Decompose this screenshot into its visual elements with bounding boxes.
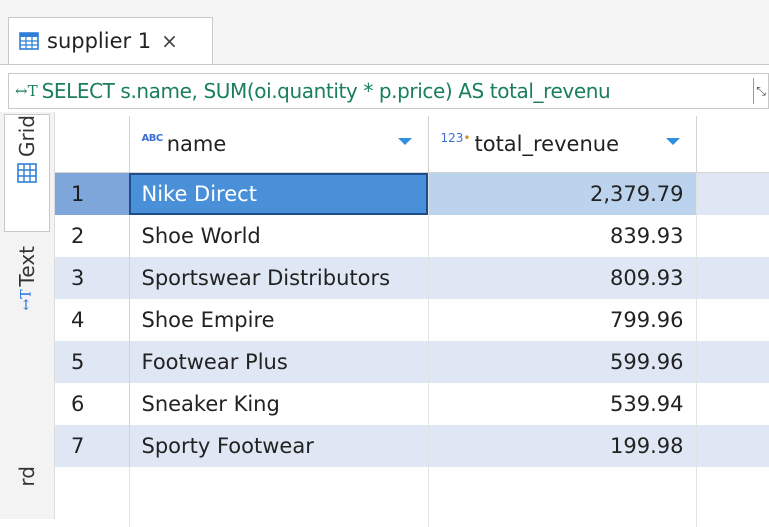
empty-cell xyxy=(129,466,429,527)
row-number-header[interactable] xyxy=(55,116,130,173)
table-row[interactable]: 5 Footwear Plus 599.96 xyxy=(55,340,769,383)
column-label: name xyxy=(166,132,227,156)
table-row[interactable]: 3 Sportswear Distributors 809.93 xyxy=(55,256,769,299)
empty-row xyxy=(55,466,769,527)
sql-query-text: SELECT s.name, SUM(oi.quantity * p.price… xyxy=(41,79,611,103)
name-cell[interactable]: Footwear Plus xyxy=(129,340,429,383)
column-header-name[interactable]: ABC name xyxy=(129,116,429,173)
filler-cell xyxy=(696,424,769,467)
row-number-cell[interactable]: 5 xyxy=(55,340,130,383)
sql-query-bar[interactable]: ↔T SELECT s.name, SUM(oi.quantity * p.pr… xyxy=(8,73,769,109)
filler-cell xyxy=(696,172,769,215)
name-cell[interactable]: Shoe Empire xyxy=(129,298,429,341)
expand-icon[interactable]: ⤡ xyxy=(753,78,768,104)
filler-cell xyxy=(696,340,769,383)
row-number-cell[interactable]: 3 xyxy=(55,256,130,299)
number-type-icon: 123• xyxy=(440,131,471,145)
row-number-cell[interactable]: 7 xyxy=(55,424,130,467)
tab-record[interactable]: rd xyxy=(4,466,50,519)
grid-icon xyxy=(17,163,37,183)
name-cell[interactable]: Nike Direct xyxy=(129,172,429,215)
text-tab-label: Text xyxy=(15,246,39,287)
close-icon[interactable]: × xyxy=(161,29,178,53)
top-strip xyxy=(0,0,769,12)
total-revenue-cell[interactable]: 799.96 xyxy=(428,298,697,341)
filler-cell xyxy=(696,256,769,299)
row-number-cell[interactable]: 2 xyxy=(55,214,130,257)
tab-grid[interactable]: Grid xyxy=(4,114,50,232)
editor-tab-bar: supplier 1 × xyxy=(0,12,769,65)
table-row[interactable]: 4 Shoe Empire 799.96 xyxy=(55,298,769,341)
filler-cell xyxy=(696,298,769,341)
table-row[interactable]: 6 Sneaker King 539.94 xyxy=(55,382,769,425)
name-cell[interactable]: Sportswear Distributors xyxy=(129,256,429,299)
tab-supplier-1[interactable]: supplier 1 × xyxy=(8,17,213,64)
filler-cell xyxy=(696,382,769,425)
record-tab-label: rd xyxy=(15,466,39,487)
text-type-icon: ABC xyxy=(141,132,164,144)
row-number-cell[interactable]: 4 xyxy=(55,298,130,341)
total-revenue-cell[interactable]: 809.93 xyxy=(428,256,697,299)
total-revenue-cell[interactable]: 539.94 xyxy=(428,382,697,425)
sort-arrow-icon[interactable] xyxy=(397,138,412,145)
row-number-cell[interactable]: 6 xyxy=(55,382,130,425)
text-view-icon: ↔T xyxy=(18,289,35,311)
filler-cell xyxy=(696,214,769,257)
table-row[interactable]: 1 Nike Direct 2,379.79 xyxy=(55,172,769,215)
view-mode-sidebar: Grid Text ↔T rd xyxy=(0,112,55,519)
sort-arrow-icon[interactable] xyxy=(665,138,680,145)
header-filler xyxy=(696,116,769,173)
column-header-total-revenue[interactable]: 123• total_revenue xyxy=(428,116,697,173)
results-grid: ABC name 123• total_revenue 1 Nike Direct… xyxy=(55,116,769,527)
tab-text[interactable]: Text ↔T xyxy=(4,246,50,356)
empty-cell xyxy=(428,466,697,527)
total-revenue-cell[interactable]: 599.96 xyxy=(428,340,697,383)
total-revenue-cell[interactable]: 839.93 xyxy=(428,214,697,257)
table-row[interactable]: 2 Shoe World 839.93 xyxy=(55,214,769,257)
table-row[interactable]: 7 Sporty Footwear 199.98 xyxy=(55,424,769,467)
name-cell[interactable]: Sporty Footwear xyxy=(129,424,429,467)
tab-label: supplier 1 xyxy=(47,29,152,53)
text-icon: ↔T xyxy=(15,82,38,100)
name-cell[interactable]: Shoe World xyxy=(129,214,429,257)
empty-cell xyxy=(55,466,130,527)
table-icon xyxy=(19,32,39,50)
total-revenue-cell[interactable]: 2,379.79 xyxy=(428,172,697,215)
name-cell[interactable]: Sneaker King xyxy=(129,382,429,425)
grid-tab-label: Grid xyxy=(15,115,39,157)
total-revenue-cell[interactable]: 199.98 xyxy=(428,424,697,467)
column-label: total_revenue xyxy=(474,132,619,156)
row-number-cell[interactable]: 1 xyxy=(55,172,130,215)
empty-cell xyxy=(696,466,769,527)
